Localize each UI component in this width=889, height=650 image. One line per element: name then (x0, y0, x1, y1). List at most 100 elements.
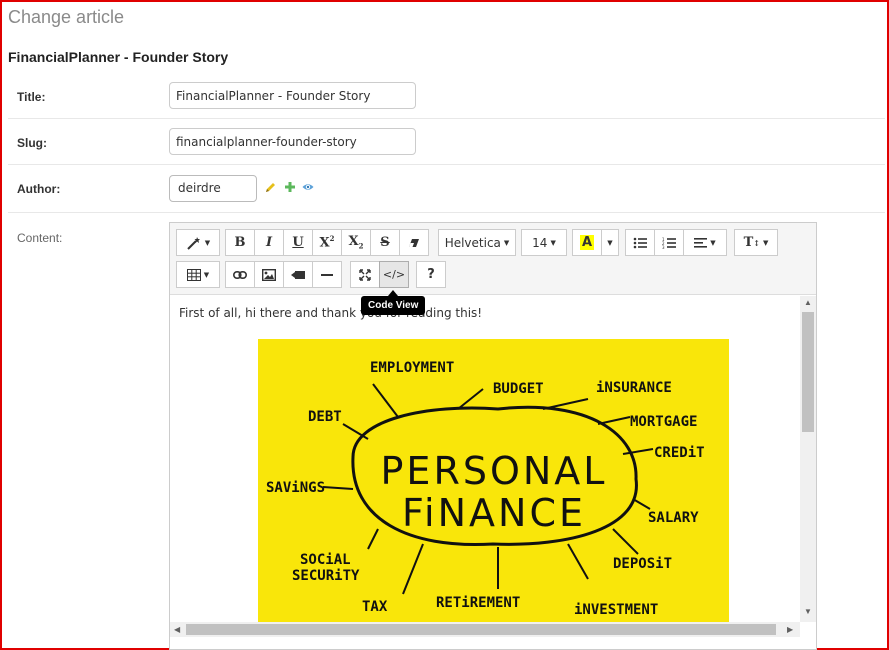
ordered-list-icon: 1 2 3 (662, 237, 676, 249)
strikethrough-icon: S (380, 235, 390, 250)
image-center-line2: FiNANCE (402, 491, 586, 535)
text-color-icon: A (579, 235, 595, 250)
dropdown-caret-icon: ▼ (204, 238, 211, 247)
question-icon: ? (427, 267, 435, 282)
horizontal-scroll-thumb[interactable] (186, 624, 776, 635)
code-view-button[interactable]: </> (379, 261, 409, 288)
content-label: Content: (17, 231, 63, 245)
link-button[interactable] (225, 261, 255, 288)
italic-button[interactable]: I (254, 229, 284, 256)
minus-icon (321, 273, 333, 276)
image-center-line1: PERSONAL (381, 449, 608, 493)
superscript-icon: X2 (319, 234, 335, 251)
table-button[interactable]: ▼ (176, 261, 220, 288)
font-name-value: Helvetica (444, 235, 501, 250)
eye-icon[interactable] (302, 181, 314, 193)
subscript-icon: X2 (348, 234, 364, 251)
bold-icon: B (234, 235, 246, 250)
code-icon: </> (382, 268, 406, 281)
unordered-list-icon (633, 237, 647, 248)
author-select[interactable]: deirdre (169, 175, 257, 202)
slug-label: Slug: (17, 136, 47, 150)
dropdown-caret-icon: ▼ (607, 238, 613, 247)
fullscreen-icon (359, 268, 371, 281)
content-paragraph: First of all, hi there and thank you for… (179, 306, 483, 320)
title-label: Title: (17, 90, 46, 104)
scroll-right-arrow-icon[interactable]: ▶ (787, 626, 793, 634)
fullscreen-button[interactable] (350, 261, 380, 288)
underline-button[interactable]: U (283, 229, 313, 256)
recent-color-button[interactable]: A (572, 229, 602, 256)
slug-row: Slug: (8, 119, 885, 165)
font-name-dropdown[interactable]: Helvetica ▼ (438, 229, 516, 256)
code-view-tooltip: Code View (361, 296, 426, 315)
italic-icon: I (265, 235, 273, 250)
dropdown-caret-icon: ▼ (503, 238, 510, 247)
word-budget: BUDGET (493, 381, 544, 397)
mind-map-graphic: PERSONAL FiNANCE EMPLOYMENT BUDGET iNSUR… (266, 360, 705, 618)
picture-icon (262, 268, 276, 281)
article-name-heading: FinancialPlanner - Founder Story (8, 49, 229, 65)
pencil-icon[interactable] (265, 181, 277, 193)
line-height-icon: T↕ (743, 235, 760, 250)
line-height-button[interactable]: T↕ ▼ (734, 229, 778, 256)
dropdown-caret-icon: ▼ (550, 238, 556, 247)
dropdown-caret-icon: ▼ (203, 270, 210, 279)
page-title: Change article (8, 7, 125, 27)
title-row: Title: (8, 72, 885, 119)
dropdown-caret-icon: ▼ (763, 238, 769, 247)
author-select-value: deirdre (178, 181, 221, 195)
author-label: Author: (17, 182, 61, 196)
horizontal-rule-button[interactable] (312, 261, 342, 288)
horizontal-scrollbar[interactable]: ◀ ▶ (170, 622, 800, 637)
word-employment: EMPLOYMENT (370, 360, 454, 376)
underline-icon: U (292, 235, 304, 250)
unordered-list-button[interactable] (625, 229, 655, 256)
scroll-down-arrow-icon[interactable]: ▼ (804, 608, 812, 616)
subscript-button[interactable]: X2 (341, 229, 371, 256)
word-insurance: iNSURANCE (596, 380, 672, 396)
personal-finance-image[interactable]: PERSONAL FiNANCE EMPLOYMENT BUDGET iNSUR… (258, 339, 729, 622)
word-credit: CREDiT (654, 445, 705, 461)
vertical-scroll-thumb[interactable] (802, 312, 814, 432)
plus-icon[interactable] (284, 181, 296, 193)
word-security: SECURiTY (292, 568, 360, 584)
dropdown-caret-icon: ▼ (710, 238, 716, 247)
picture-button[interactable] (254, 261, 284, 288)
magic-style-button[interactable]: ▼ (176, 229, 220, 256)
table-icon (186, 268, 201, 281)
slug-input[interactable] (169, 128, 416, 155)
word-salary: SALARY (648, 510, 699, 526)
editor-toolbar: ▼ B I U X2 X2 S Helvetica ▼ 14 ▼ A ▼ 1 2… (170, 223, 816, 295)
word-deposit: DEPOSiT (613, 556, 672, 572)
clear-format-button[interactable] (399, 229, 429, 256)
align-left-icon (694, 237, 708, 248)
word-tax: TAX (362, 599, 388, 615)
word-debt: DEBT (308, 409, 342, 425)
paragraph-align-button[interactable]: ▼ (683, 229, 727, 256)
superscript-button[interactable]: X2 (312, 229, 342, 256)
editor-content-area[interactable]: First of all, hi there and thank you for… (170, 296, 800, 622)
color-dropdown-button[interactable]: ▼ (601, 229, 619, 256)
svg-text:3: 3 (662, 245, 665, 249)
title-input[interactable] (169, 82, 416, 109)
scroll-left-arrow-icon[interactable]: ◀ (174, 626, 180, 634)
word-social: SOCiAL (300, 552, 351, 568)
video-button[interactable] (283, 261, 313, 288)
ordered-list-button[interactable]: 1 2 3 (654, 229, 684, 256)
link-icon (233, 270, 247, 279)
bold-button[interactable]: B (225, 229, 255, 256)
font-size-value: 14 (532, 235, 548, 250)
word-savings: SAViNGS (266, 480, 325, 496)
word-investment: iNVESTMENT (574, 602, 658, 618)
video-icon (291, 270, 305, 279)
word-mortgage: MORTGAGE (630, 414, 697, 430)
rich-text-editor: ▼ B I U X2 X2 S Helvetica ▼ 14 ▼ A ▼ 1 2… (169, 222, 817, 650)
font-size-dropdown[interactable]: 14 ▼ (521, 229, 567, 256)
help-button[interactable]: ? (416, 261, 446, 288)
word-retirement: RETiREMENT (436, 595, 520, 611)
magic-icon (187, 236, 200, 250)
strikethrough-button[interactable]: S (370, 229, 400, 256)
vertical-scrollbar[interactable]: ▲ ▼ (800, 296, 816, 622)
scroll-up-arrow-icon[interactable]: ▲ (804, 299, 812, 307)
